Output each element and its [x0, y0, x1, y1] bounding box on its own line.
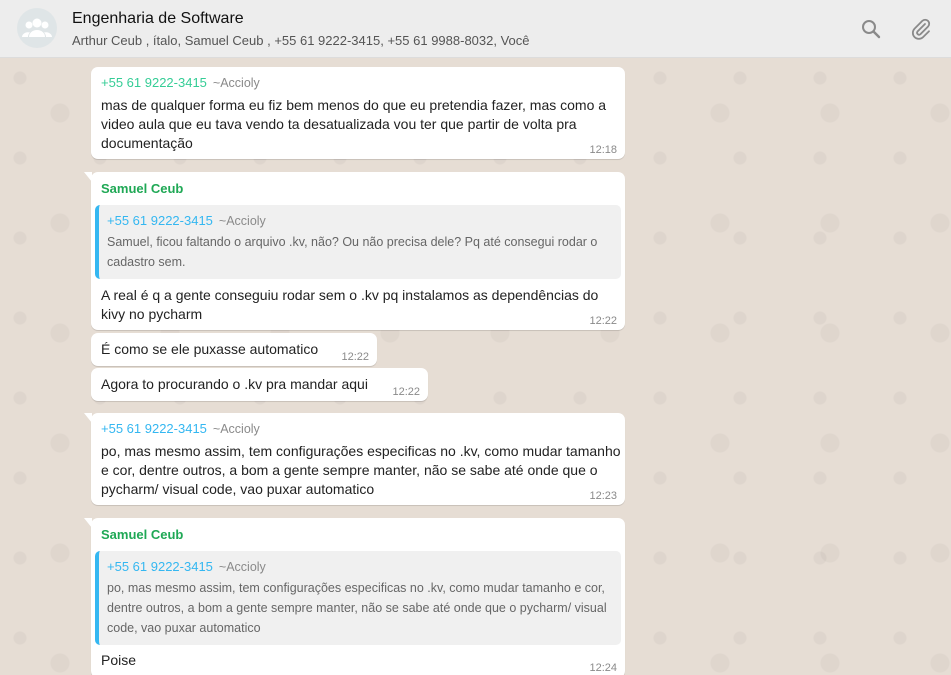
sender-alias: ~Accioly	[212, 422, 260, 436]
chat-title[interactable]: Engenharia de Software	[72, 10, 244, 28]
message-bubble[interactable]: Samuel Ceub +55 61 9222-3415 ~Accioly Sam…	[84, 172, 625, 330]
attach-button[interactable]	[909, 17, 933, 41]
message-time: 12:24	[589, 662, 617, 674]
message-time: 12:22	[392, 386, 420, 398]
sender-number: +55 61 9222-3415	[101, 75, 207, 90]
message-sender[interactable]: Samuel Ceub	[101, 181, 183, 196]
message-time: 12:22	[341, 351, 369, 363]
message-text: mas de qualquer forma eu fiz bem menos d…	[101, 97, 607, 151]
quote-sender-number: +55 61 9222-3415	[107, 559, 213, 574]
message-text: É como se ele puxasse automatico	[101, 341, 319, 357]
quoted-message[interactable]: +55 61 9222-3415 ~Accioly Samuel, ficou f…	[95, 205, 621, 279]
message-bubble[interactable]: É como se ele puxasse automatico 12:22	[91, 333, 377, 366]
message-list[interactable]: +55 61 9222-3415 ~Accioly mas de qualquer…	[0, 58, 951, 675]
sender-alias: ~Accioly	[212, 76, 260, 90]
message-bubble[interactable]: Samuel Ceub +55 61 9222-3415 ~Accioly po,…	[84, 518, 625, 675]
attach-icon	[912, 18, 931, 40]
message-time: 12:18	[589, 144, 617, 156]
message-time: 12:23	[589, 490, 617, 502]
sender-number: +55 61 9222-3415	[101, 421, 207, 436]
chat-header: Engenharia de Software Arthur Ceub , íta…	[0, 0, 951, 58]
message-bubble[interactable]: +55 61 9222-3415 ~Accioly po, mas mesmo a…	[84, 413, 625, 505]
group-avatar-icon	[22, 18, 52, 37]
quote-sender-alias: ~Accioly	[218, 560, 266, 574]
message-text: Agora to procurando o .kv pra mandar aqu…	[101, 376, 368, 392]
quote-sender-number: +55 61 9222-3415	[107, 213, 213, 228]
search-icon	[862, 20, 881, 39]
quote-text: po, mas mesmo assim, tem configurações e…	[107, 581, 607, 635]
message-bubble[interactable]: Agora to procurando o .kv pra mandar aqu…	[91, 368, 428, 401]
quote-text: Samuel, ficou faltando o arquivo .kv, nã…	[107, 235, 598, 269]
message-bubble[interactable]: +55 61 9222-3415 ~Accioly mas de qualquer…	[91, 67, 625, 159]
message-text: Poise	[101, 652, 137, 668]
chat-participants[interactable]: Arthur Ceub , ítalo, Samuel Ceub , +55 6…	[72, 33, 530, 48]
message-text: A real é q a gente conseguiu rodar sem o…	[101, 287, 599, 322]
message-sender[interactable]: +55 61 9222-3415 ~Accioly	[101, 421, 260, 436]
group-avatar[interactable]	[17, 8, 57, 48]
quote-sender-alias: ~Accioly	[218, 214, 266, 228]
quoted-message[interactable]: +55 61 9222-3415 ~Accioly po, mas mesmo a…	[95, 551, 621, 645]
message-text: po, mas mesmo assim, tem configurações e…	[101, 443, 621, 497]
search-button[interactable]	[859, 17, 883, 41]
message-sender[interactable]: Samuel Ceub	[101, 527, 183, 542]
message-time: 12:22	[589, 315, 617, 327]
message-sender[interactable]: +55 61 9222-3415 ~Accioly	[101, 75, 260, 90]
